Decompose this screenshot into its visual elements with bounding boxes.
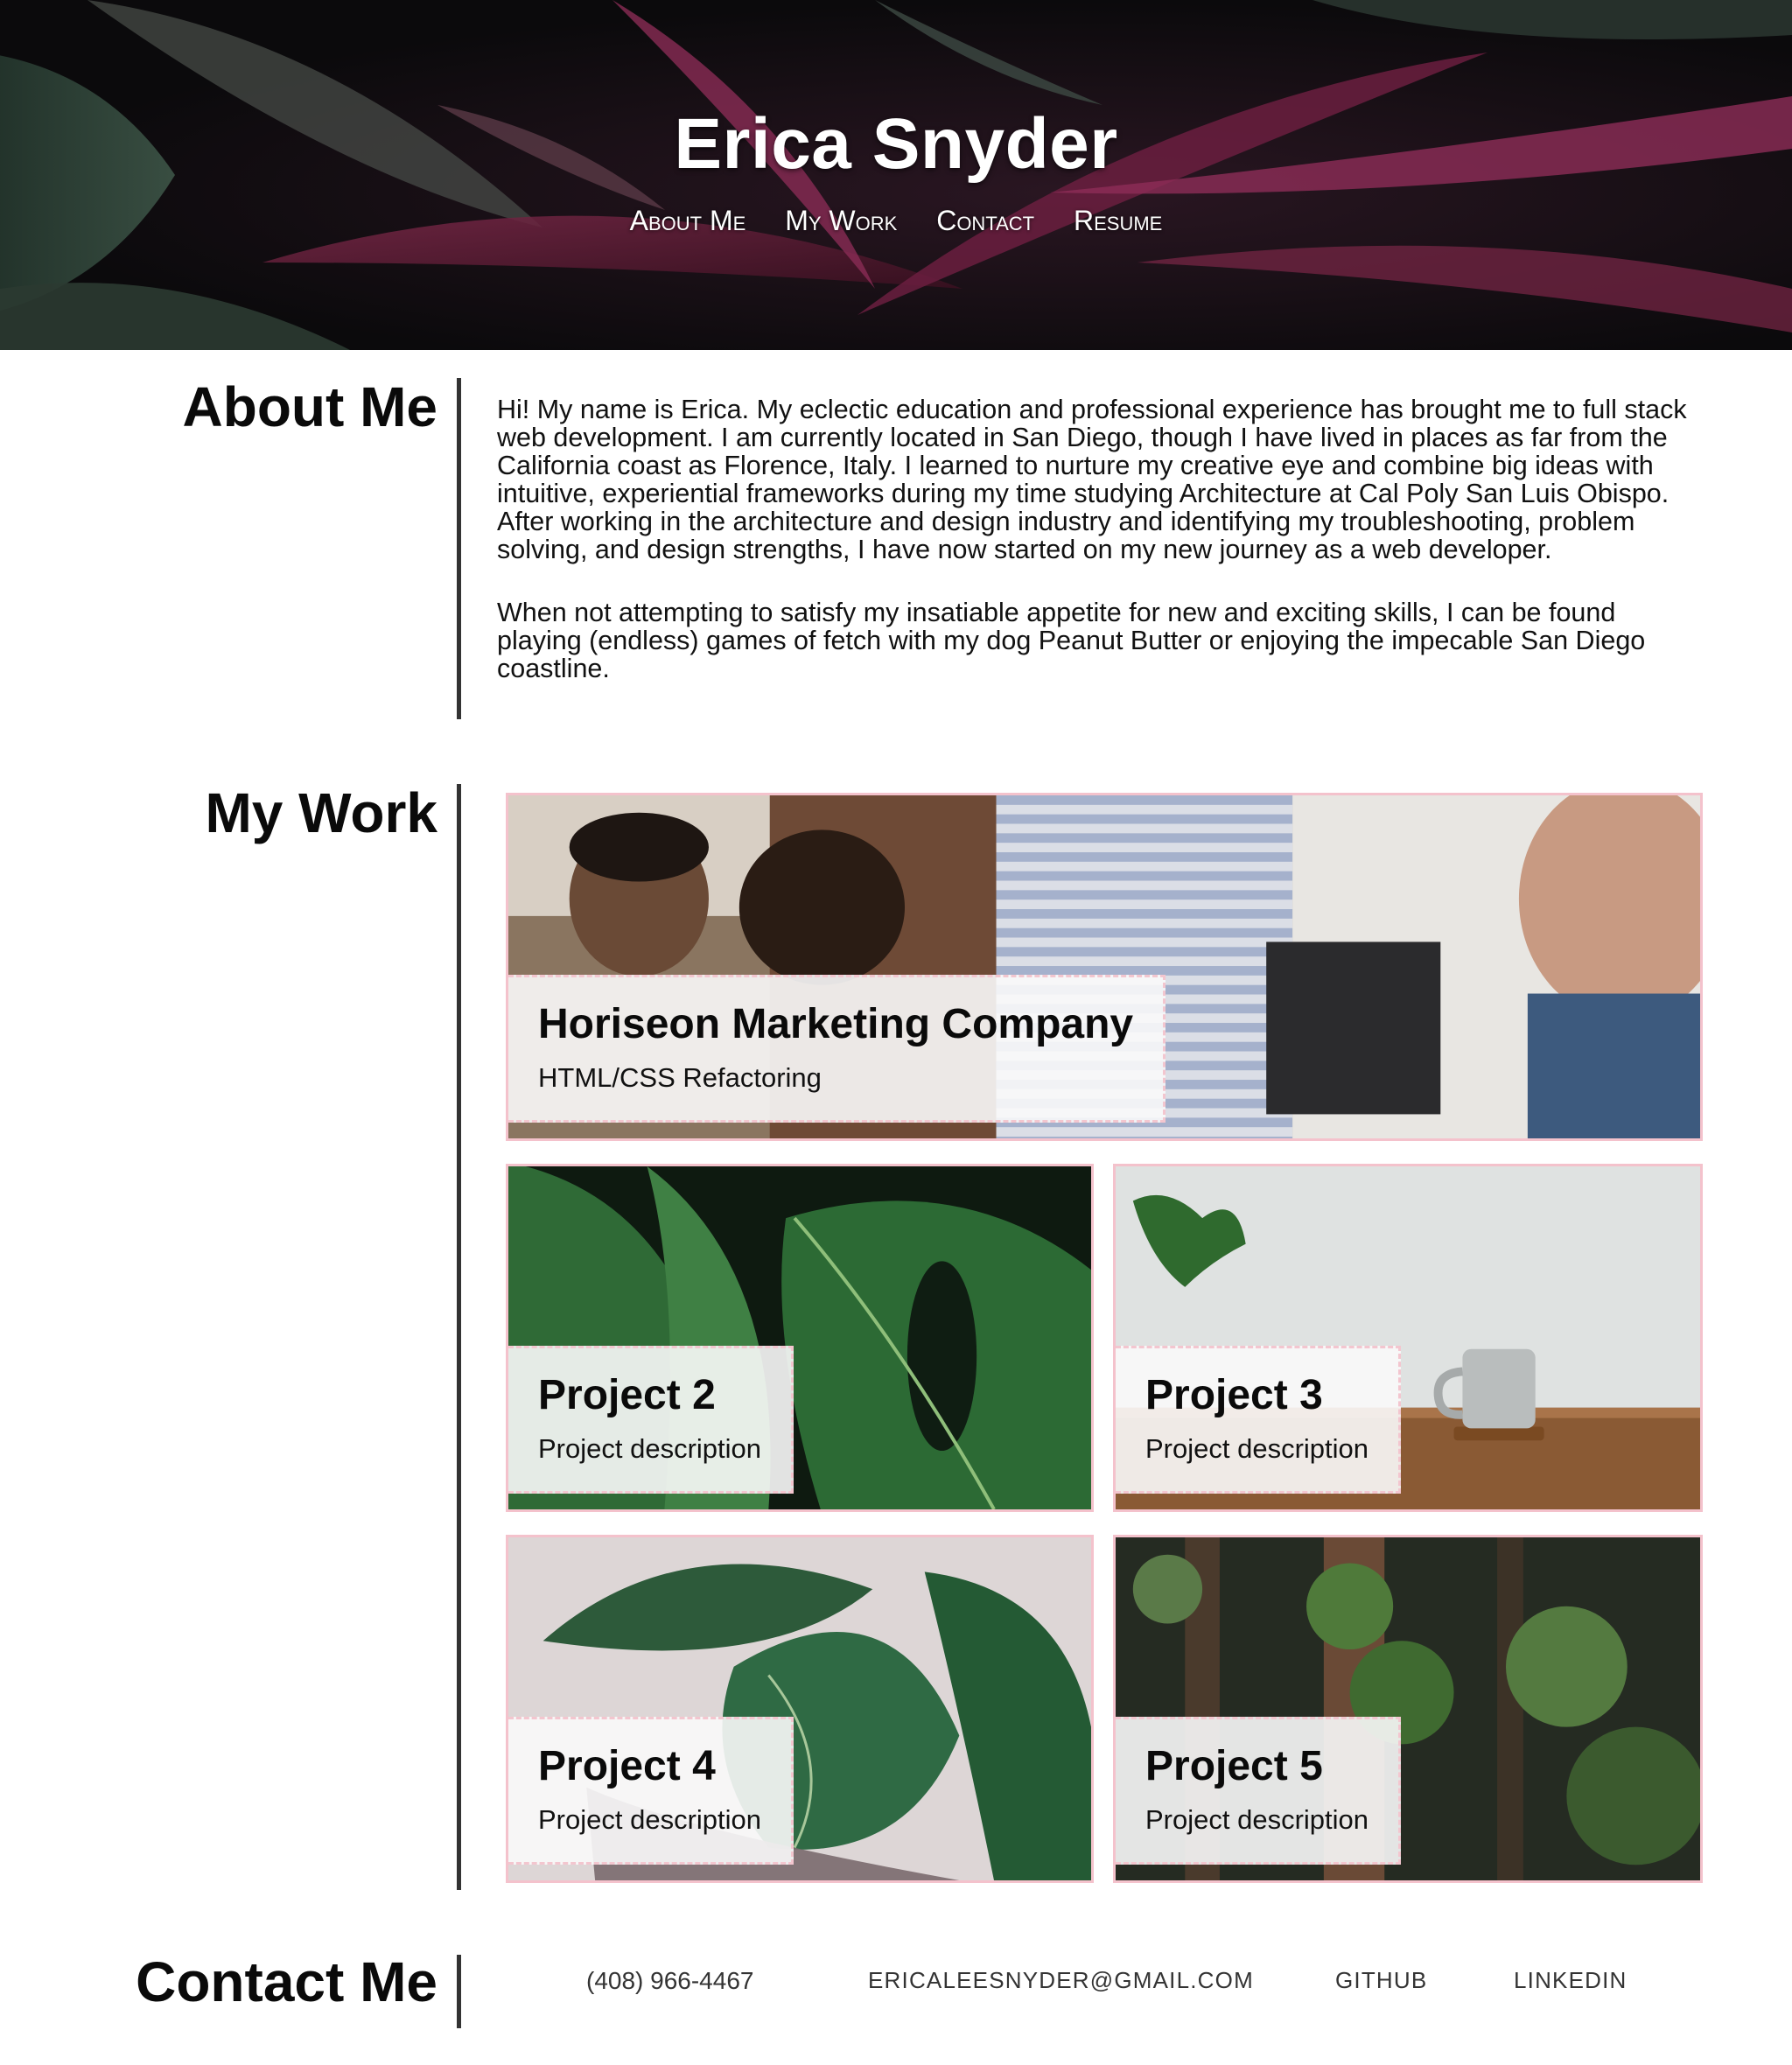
work-heading: My Work bbox=[205, 781, 438, 844]
project-title: Project 4 bbox=[538, 1743, 716, 1789]
project-description: Project description bbox=[1145, 1804, 1369, 1835]
project-card-5[interactable]: Project 5 Project description bbox=[1113, 1535, 1703, 1883]
project-card-horiseon[interactable]: Horiseon Marketing Company HTML/CSS Refa… bbox=[506, 793, 1703, 1141]
nav-link-contact[interactable]: Contact bbox=[936, 205, 1034, 236]
project-description: Project description bbox=[538, 1804, 762, 1835]
linkedin-link[interactable]: LinkedIn bbox=[1514, 1967, 1628, 1994]
hero-banner: Erica Snyder About Me My Work Contact Re… bbox=[0, 0, 1792, 350]
contact-phone[interactable]: (408) 966-4467 bbox=[586, 1967, 753, 1995]
contact-email-link[interactable]: ericaleesnyder@gmail.com bbox=[868, 1967, 1254, 1994]
contact-divider bbox=[457, 1955, 461, 2028]
project-title: Project 5 bbox=[1145, 1743, 1323, 1789]
contact-links: (408) 966-4467 ericaleesnyder@gmail.com … bbox=[497, 1967, 1704, 1998]
project-description: HTML/CSS Refactoring bbox=[538, 1062, 822, 1093]
about-paragraph: When not attempting to satisfy my insati… bbox=[497, 598, 1646, 683]
about-divider bbox=[457, 378, 461, 719]
project-title: Project 2 bbox=[538, 1372, 716, 1418]
about-text: Hi! My name is Erica. My eclectic educat… bbox=[497, 396, 1704, 682]
project-card-2[interactable]: Project 2 Project description bbox=[506, 1164, 1094, 1512]
about-heading: About Me bbox=[182, 375, 438, 438]
project-card-4[interactable]: Project 4 Project description bbox=[506, 1535, 1094, 1883]
main-nav: About Me My Work Contact Resume bbox=[0, 205, 1792, 237]
project-description: Project description bbox=[538, 1433, 762, 1464]
site-title: Erica Snyder bbox=[674, 104, 1118, 184]
project-title: Project 3 bbox=[1145, 1372, 1323, 1418]
nav-link-resume[interactable]: Resume bbox=[1074, 205, 1162, 236]
project-caption: Project 4 Project description bbox=[508, 1717, 794, 1865]
project-caption: Project 2 Project description bbox=[508, 1346, 794, 1494]
project-caption: Horiseon Marketing Company HTML/CSS Refa… bbox=[508, 975, 1166, 1123]
nav-link-work[interactable]: My Work bbox=[785, 205, 897, 236]
github-link[interactable]: GitHub bbox=[1335, 1967, 1427, 1994]
project-card-3[interactable]: Project 3 Project description bbox=[1113, 1164, 1703, 1512]
project-caption: Project 5 Project description bbox=[1116, 1717, 1402, 1865]
project-description: Project description bbox=[1145, 1433, 1369, 1464]
nav-link-about[interactable]: About Me bbox=[630, 205, 746, 236]
project-caption: Project 3 Project description bbox=[1116, 1346, 1402, 1494]
work-divider bbox=[457, 784, 461, 1890]
contact-heading: Contact Me bbox=[136, 1950, 438, 2013]
project-title: Horiseon Marketing Company bbox=[538, 1001, 1134, 1047]
about-paragraph: Hi! My name is Erica. My eclectic educat… bbox=[497, 395, 1687, 564]
